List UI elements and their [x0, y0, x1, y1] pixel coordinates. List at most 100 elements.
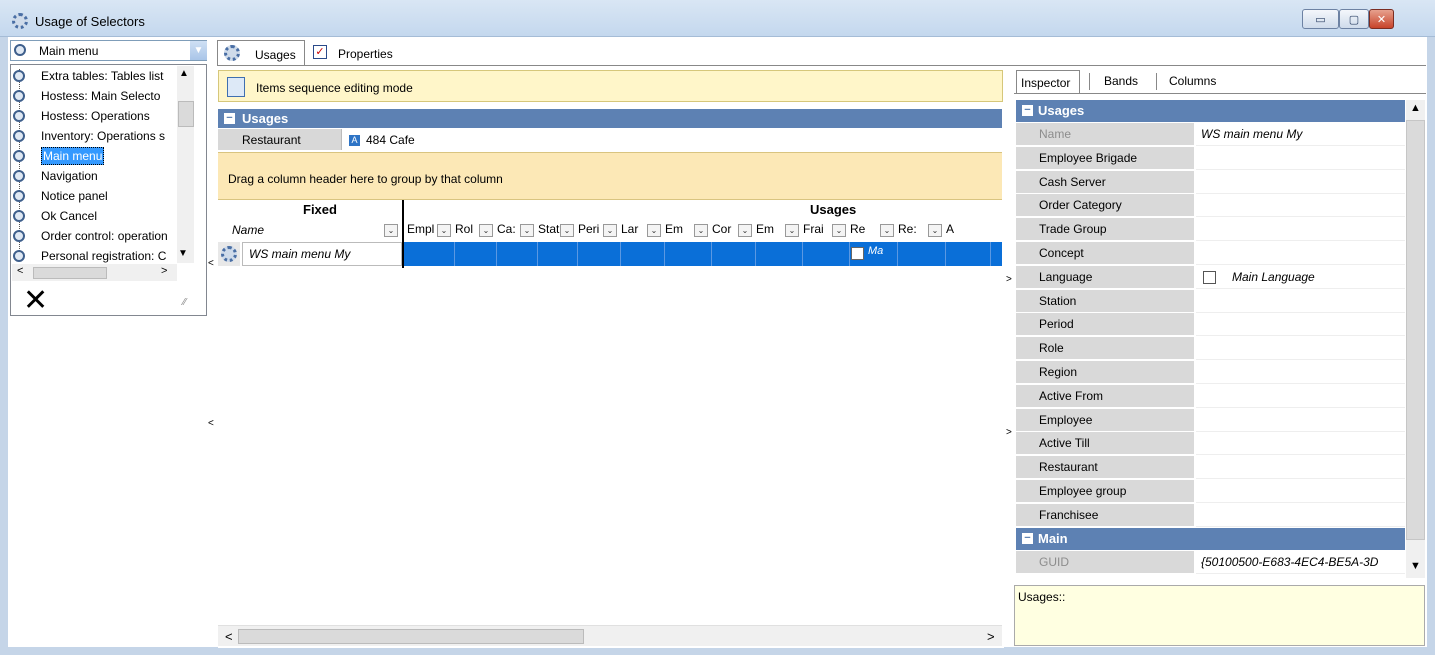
column-name-filter-icon[interactable]: ⌄ — [384, 224, 398, 237]
collapse-icon[interactable]: − — [224, 113, 235, 124]
column-name[interactable]: Name — [232, 223, 264, 237]
scroll-right-icon[interactable]: > — [987, 629, 995, 644]
scroll-up-icon[interactable]: ▲ — [1410, 102, 1421, 114]
property-value[interactable] — [1196, 147, 1405, 170]
property-value[interactable] — [1196, 313, 1405, 337]
property-row[interactable]: Franchisee — [1016, 503, 1405, 528]
selector-list[interactable]: Extra tables: Tables list Hostess: Main S… — [10, 64, 207, 316]
property-row[interactable]: Order Category — [1016, 194, 1405, 218]
column-filter-icon[interactable]: ⌄ — [437, 224, 451, 237]
list-vertical-scrollbar[interactable] — [177, 66, 194, 263]
sequence-edit-icon[interactable] — [227, 77, 245, 97]
column-filter-icon[interactable]: ⌄ — [832, 224, 846, 237]
column-filter-icon[interactable]: ⌄ — [738, 224, 752, 237]
column-filter-icon[interactable]: ⌄ — [520, 224, 534, 237]
property-value[interactable] — [1196, 480, 1405, 503]
right-splitter[interactable]: > > — [1004, 262, 1014, 642]
property-row[interactable]: Restaurant — [1016, 456, 1405, 480]
property-row[interactable]: Region — [1016, 361, 1405, 385]
group-by-panel[interactable]: Drag a column header here to group by th… — [218, 152, 1002, 200]
restaurant-filter-value[interactable]: 484 Cafe — [366, 133, 415, 147]
row-language-checkbox[interactable] — [851, 247, 864, 260]
collapse-left-icon-2[interactable]: < — [208, 418, 214, 429]
property-value[interactable]: Main Language — [1196, 266, 1405, 289]
property-value[interactable] — [1196, 171, 1405, 194]
column-filter-icon[interactable]: ⌄ — [479, 224, 493, 237]
maximize-button[interactable]: ▢ — [1339, 9, 1369, 29]
property-row[interactable]: Name WS main menu My — [1016, 123, 1405, 147]
column-filter-icon[interactable]: ⌄ — [785, 224, 799, 237]
collapse-right-icon-2[interactable]: > — [1006, 427, 1012, 438]
list-item[interactable]: Main menu — [41, 147, 105, 165]
column-header[interactable]: Re — [850, 222, 865, 236]
collapse-icon[interactable]: − — [1022, 105, 1033, 116]
column-filter-icon[interactable]: ⌄ — [880, 224, 894, 237]
tab-columns[interactable]: Columns — [1169, 74, 1216, 88]
property-row[interactable]: Employee Brigade — [1016, 146, 1405, 171]
inspector-scroll-thumb[interactable] — [1406, 120, 1425, 540]
column-header[interactable]: Lar — [621, 222, 638, 236]
scroll-right-icon[interactable]: > — [161, 265, 167, 277]
column-header[interactable]: Stati — [538, 222, 562, 236]
property-value[interactable] — [1196, 242, 1405, 265]
property-row[interactable]: Employee group — [1016, 480, 1405, 504]
list-scroll-thumb[interactable] — [178, 101, 194, 127]
column-header[interactable]: Ca: — [497, 222, 516, 236]
collapse-left-icon[interactable]: < — [208, 258, 214, 269]
list-hscroll-thumb[interactable] — [33, 267, 107, 279]
property-row[interactable]: Active From — [1016, 384, 1405, 409]
property-value[interactable] — [1196, 290, 1405, 313]
property-row[interactable]: Active Till — [1016, 432, 1405, 456]
collapse-right-icon[interactable]: > — [1006, 274, 1012, 285]
property-value[interactable] — [1196, 432, 1405, 456]
property-row[interactable]: Role — [1016, 337, 1405, 361]
scroll-down-icon[interactable]: ▼ — [1410, 560, 1421, 572]
property-value[interactable] — [1196, 218, 1405, 242]
column-header[interactable]: Em — [665, 222, 683, 236]
scroll-left-icon[interactable]: < — [225, 629, 233, 644]
left-splitter[interactable]: < < — [207, 258, 217, 638]
column-filter-icon[interactable]: ⌄ — [928, 224, 942, 237]
column-filter-icon[interactable]: ⌄ — [560, 224, 574, 237]
list-item[interactable]: Inventory: Operations s — [41, 127, 178, 145]
tab-inspector[interactable]: Inspector — [1016, 70, 1080, 94]
list-item[interactable]: Hostess: Main Selecto — [41, 87, 178, 105]
usages-group-header[interactable]: − Usages — [218, 109, 1002, 128]
column-filter-icon[interactable]: ⌄ — [647, 224, 661, 237]
column-header[interactable]: Cor — [712, 222, 731, 236]
property-value[interactable] — [1196, 409, 1405, 432]
property-value[interactable] — [1196, 504, 1405, 527]
column-header[interactable]: Peri — [578, 222, 599, 236]
close-button[interactable]: ✕ — [1369, 9, 1394, 29]
chevron-down-icon[interactable]: ▼ — [190, 41, 207, 60]
list-item[interactable]: Hostess: Operations — [41, 107, 178, 125]
band-usages[interactable]: Usages — [810, 202, 856, 217]
property-row[interactable]: Concept — [1016, 242, 1405, 266]
group-usages[interactable]: − Usages — [1016, 100, 1405, 122]
list-item[interactable]: Ok Cancel — [41, 207, 178, 225]
property-value[interactable] — [1196, 337, 1405, 361]
list-item[interactable]: Order control: operation — [41, 227, 178, 245]
scroll-down-icon[interactable]: ▼ — [178, 248, 188, 259]
column-header[interactable]: Empl — [407, 222, 434, 236]
property-row[interactable]: Cash Server — [1016, 170, 1405, 195]
property-value[interactable] — [1196, 385, 1405, 408]
column-filter-icon[interactable]: ⌄ — [603, 224, 617, 237]
property-row[interactable]: Period — [1016, 313, 1405, 337]
column-header[interactable]: Re: — [898, 222, 917, 236]
language-checkbox[interactable] — [1203, 270, 1216, 284]
row-name-cell[interactable]: WS main menu My — [242, 242, 402, 266]
sequence-mode-bar[interactable]: Items sequence editing mode — [218, 70, 1003, 102]
property-row[interactable]: Trade Group — [1016, 218, 1405, 242]
property-row[interactable]: Language Main Language — [1016, 265, 1405, 290]
tab-usages[interactable]: Usages — [217, 40, 305, 66]
selector-combo[interactable]: Main menu ▼ — [10, 40, 207, 61]
column-filter-icon[interactable]: ⌄ — [694, 224, 708, 237]
collapse-icon[interactable]: − — [1022, 532, 1033, 544]
column-header[interactable]: Rol — [455, 222, 473, 236]
property-row[interactable]: Station — [1016, 289, 1405, 314]
property-row[interactable]: Employee — [1016, 408, 1405, 433]
property-value[interactable] — [1196, 361, 1405, 384]
band-fixed[interactable]: Fixed — [303, 202, 337, 217]
tab-bands[interactable]: Bands — [1104, 74, 1138, 88]
